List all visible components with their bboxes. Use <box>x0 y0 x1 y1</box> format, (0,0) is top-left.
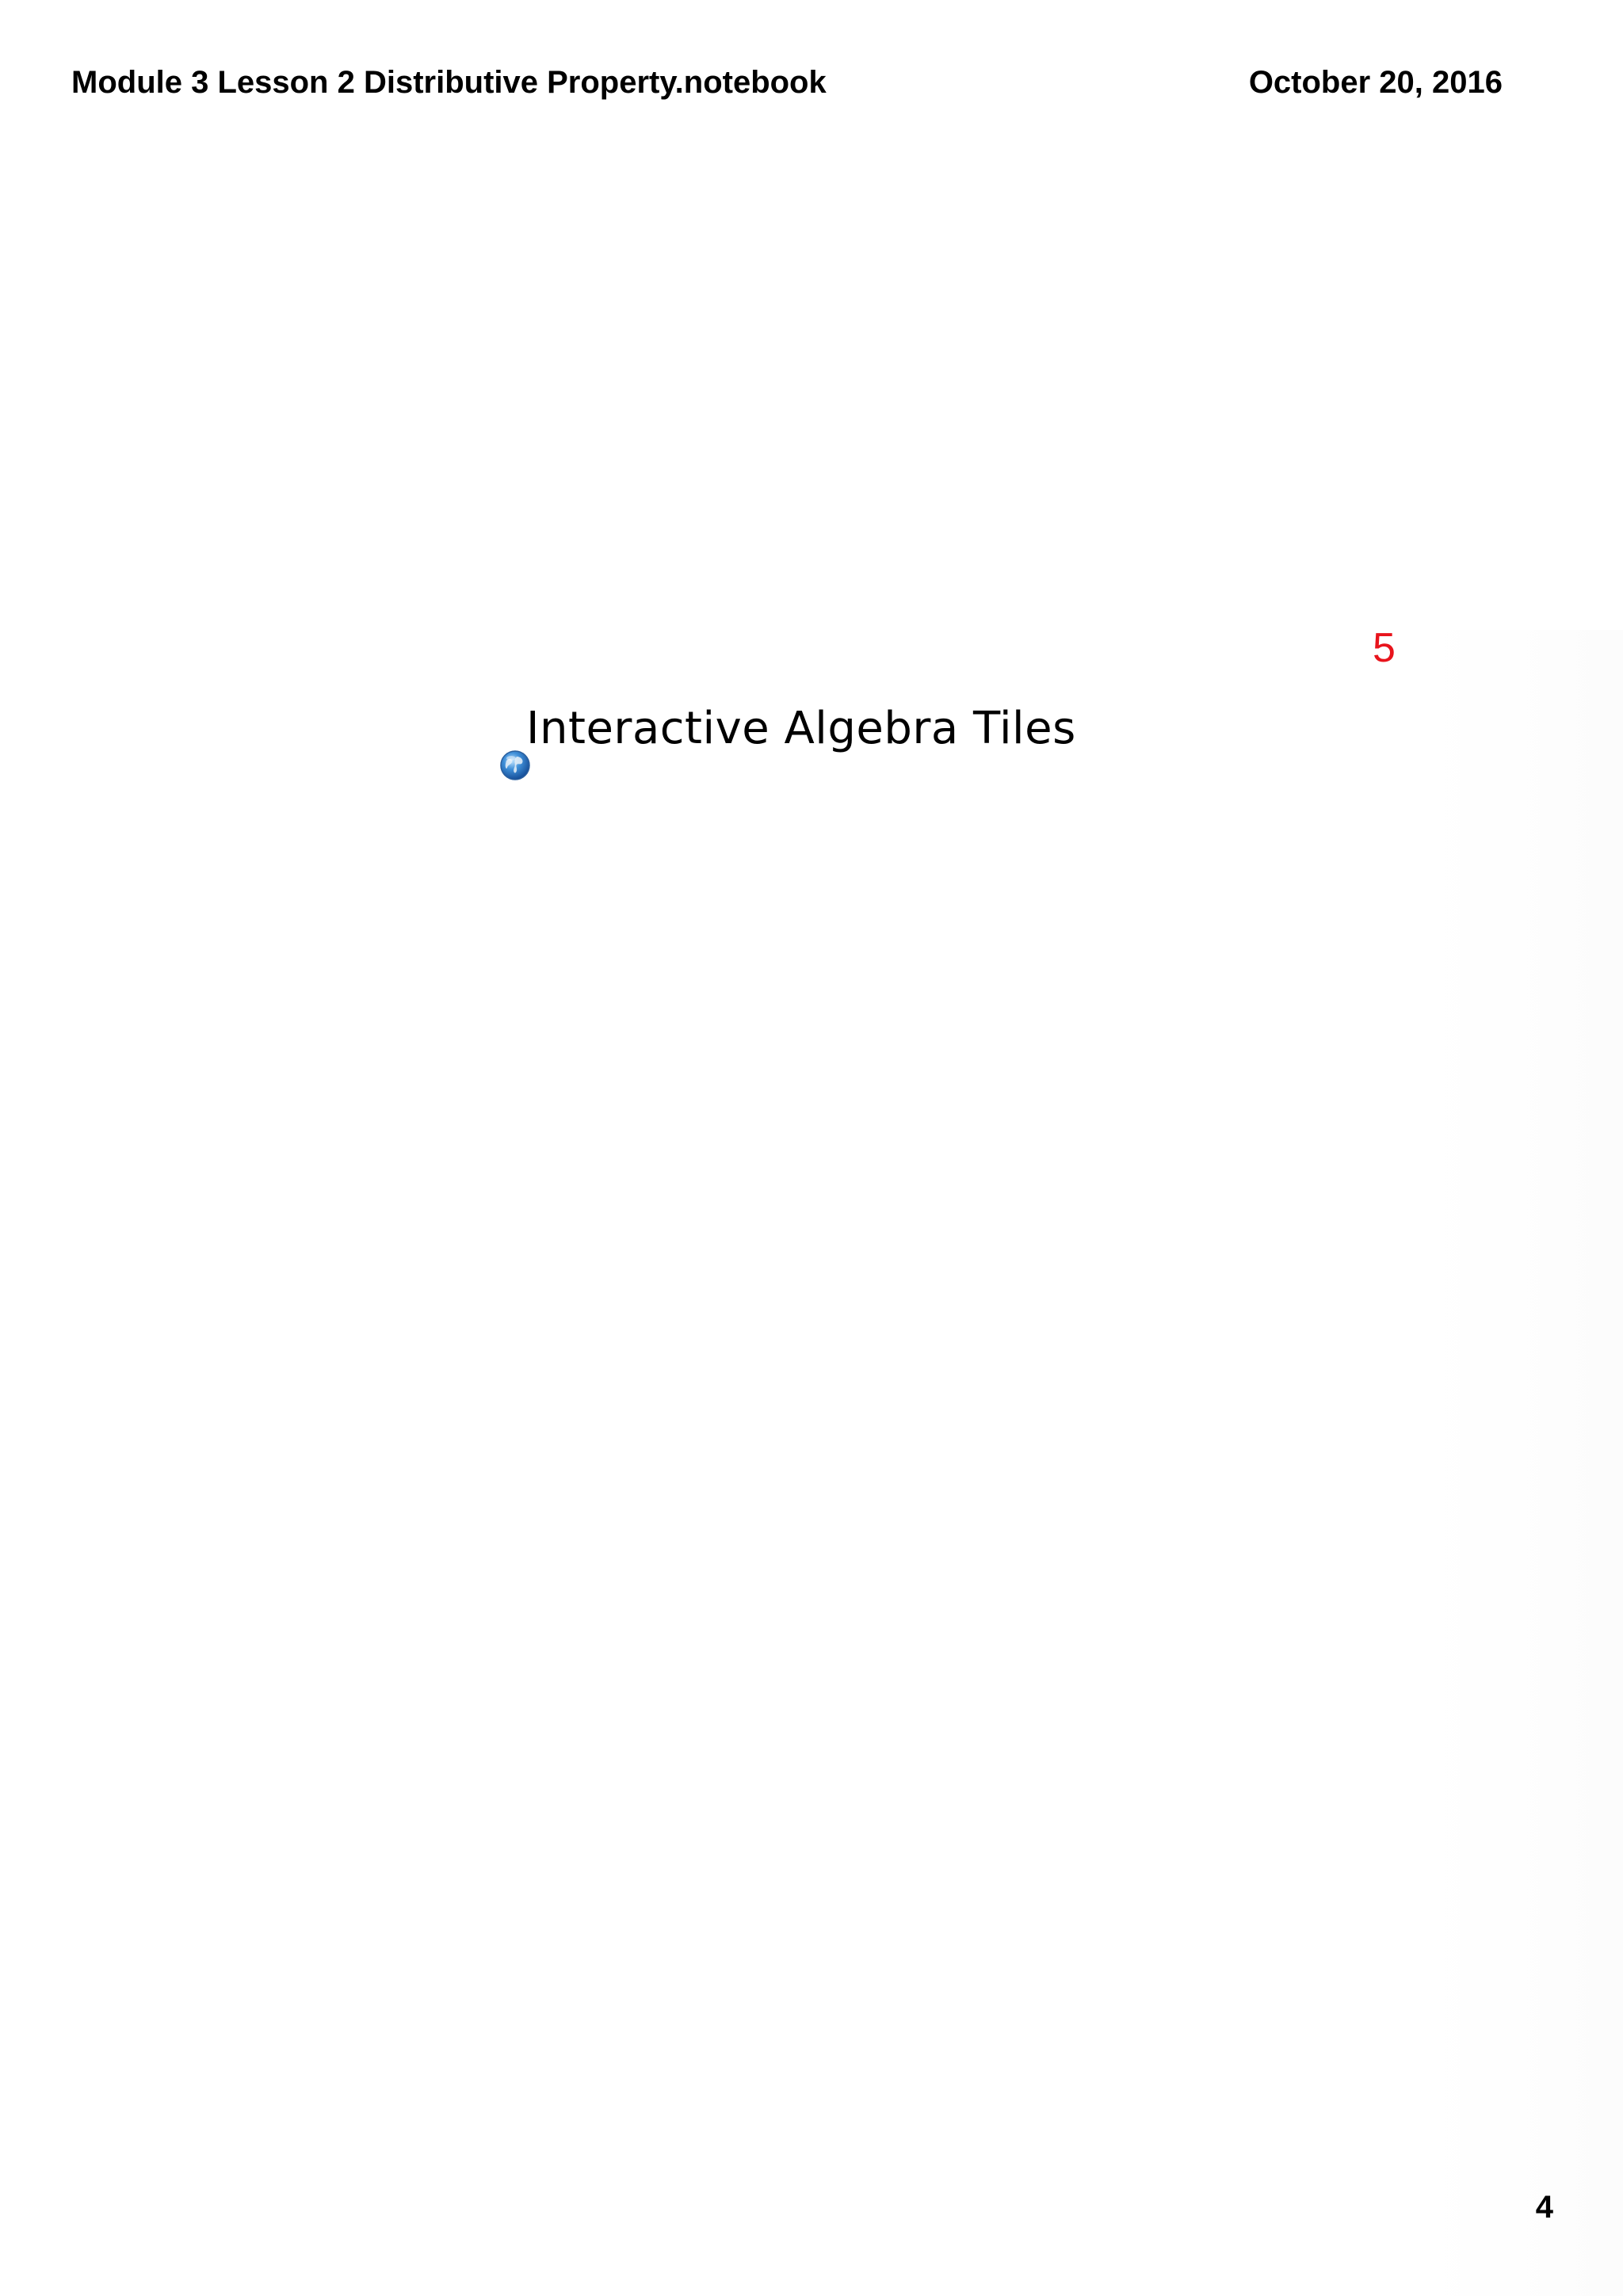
page-number: 4 <box>1535 2190 1553 2225</box>
document-title: Module 3 Lesson 2 Distributive Property.… <box>71 65 827 100</box>
slide-canvas <box>0 630 1623 2296</box>
slide-number-label: 5 <box>1373 625 1396 671</box>
interactive-algebra-tiles-link[interactable]: Interactive Algebra Tiles <box>526 700 1076 757</box>
document-date: October 20, 2016 <box>1248 65 1503 100</box>
